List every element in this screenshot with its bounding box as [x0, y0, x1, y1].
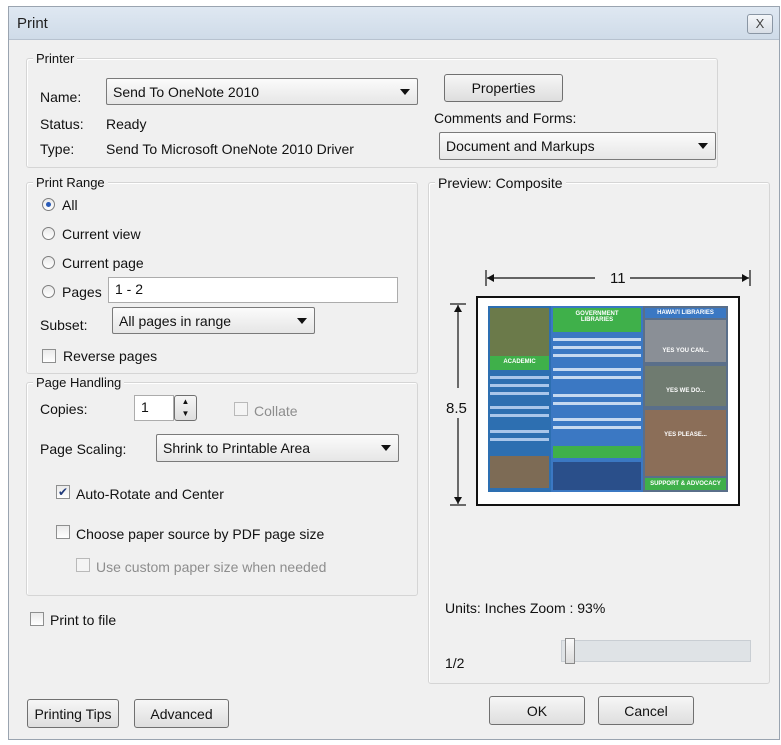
brochure-yes-you-can: YES YOU CAN... — [662, 348, 709, 354]
chevron-down-icon — [698, 143, 708, 149]
checkmark-icon: ✔ — [57, 485, 69, 499]
width-label: 11 — [610, 270, 626, 287]
comments-forms-label: Comments and Forms: — [434, 110, 577, 126]
ok-button[interactable]: OK — [489, 696, 585, 725]
brochure-government-title: GOVERNMENT LIBRARIES — [575, 311, 619, 323]
page-scaling-label: Page Scaling: — [40, 441, 127, 457]
radio-current-view-label: Current view — [62, 226, 141, 242]
page-slider-track[interactable] — [561, 640, 751, 662]
preview-title: Preview: Composite — [435, 175, 566, 191]
advanced-button[interactable]: Advanced — [134, 699, 229, 728]
auto-rotate-checkbox[interactable]: ✔ — [56, 485, 70, 499]
photo-block — [490, 308, 549, 356]
chevron-up-icon[interactable]: ▲ — [175, 396, 196, 408]
photo-block — [490, 456, 549, 488]
reverse-pages-label: Reverse pages — [63, 348, 158, 364]
brochure-yes-please: YES PLEASE... — [664, 432, 707, 438]
type-value: Send To Microsoft OneNote 2010 Driver — [106, 141, 354, 157]
green-band — [553, 446, 641, 458]
green-header: GOVERNMENT LIBRARIES — [553, 308, 641, 332]
brochure-yes-we-do: YES WE DO... — [665, 388, 705, 394]
copies-stepper[interactable]: ▲ ▼ — [174, 395, 197, 421]
name-label: Name: — [40, 89, 82, 105]
brochure-academic-label: ACADEMIC — [503, 359, 536, 365]
close-icon: X — [755, 16, 765, 31]
brochure-column-1: ACADEMIC — [488, 306, 551, 492]
subset-value: All pages in range — [119, 312, 232, 329]
auto-rotate-label: Auto-Rotate and Center — [76, 486, 224, 502]
custom-paper-label: Use custom paper size when needed — [96, 559, 327, 575]
paper-source-label: Choose paper source by PDF page size — [76, 526, 325, 542]
preview-page: ACADEMIC GOVERNMENT LIBRARIES HAWAI'I LI… — [476, 296, 740, 506]
subset-select[interactable]: All pages in range — [112, 307, 315, 334]
brochure-column-2: GOVERNMENT LIBRARIES — [551, 306, 643, 492]
copies-label: Copies: — [40, 401, 88, 417]
copies-input[interactable]: 1 — [134, 395, 174, 421]
green-band: ACADEMIC — [490, 356, 549, 370]
printer-name-value: Send To OneNote 2010 — [113, 83, 260, 100]
print-range-legend: Print Range — [33, 175, 108, 190]
radio-current-view[interactable] — [42, 227, 55, 240]
print-to-file-checkbox[interactable] — [30, 612, 44, 626]
reverse-pages-checkbox[interactable] — [42, 349, 56, 363]
subset-label: Subset: — [40, 317, 88, 333]
page-handling-legend: Page Handling — [33, 375, 125, 390]
custom-paper-checkbox[interactable] — [76, 558, 90, 572]
type-label: Type: — [40, 141, 75, 157]
radio-current-page[interactable] — [42, 256, 55, 269]
window-title: Print — [17, 15, 48, 32]
chevron-down-icon[interactable]: ▼ — [175, 408, 196, 420]
comments-forms-value: Document and Markups — [446, 138, 595, 154]
radio-current-page-label: Current page — [62, 255, 144, 271]
title-bar: Print X — [9, 7, 779, 40]
height-label: 8.5 — [446, 400, 467, 417]
status-value: Ready — [106, 116, 147, 132]
brochure-support-label: SUPPORT & ADVOCACY — [650, 481, 721, 487]
page-indicator: 1/2 — [445, 655, 465, 671]
printer-name-select[interactable]: Send To OneNote 2010 — [106, 78, 418, 105]
printer-legend: Printer — [33, 51, 78, 66]
radio-pages-label: Pages — [62, 284, 102, 300]
pages-input[interactable]: 1 - 2 — [108, 277, 398, 303]
page-slider-thumb[interactable] — [565, 638, 575, 664]
units-zoom-readout: Units: Inches Zoom : 93% — [445, 600, 606, 616]
page-scaling-value: Shrink to Printable Area — [163, 440, 311, 456]
brochure-hawaii-title: HAWAI'I LIBRARIES — [657, 310, 714, 316]
paper-source-checkbox[interactable] — [56, 525, 70, 539]
cancel-button[interactable]: Cancel — [598, 696, 694, 725]
print-to-file-label: Print to file — [50, 612, 117, 628]
comments-forms-select[interactable]: Document and Markups — [439, 132, 716, 160]
brochure-thumbnail: ACADEMIC GOVERNMENT LIBRARIES HAWAI'I LI… — [488, 306, 728, 492]
chevron-down-icon — [297, 317, 307, 324]
page-scaling-select[interactable]: Shrink to Printable Area — [156, 434, 399, 462]
status-label: Status: — [40, 116, 84, 132]
chevron-down-icon — [381, 445, 391, 451]
printing-tips-button[interactable]: Printing Tips — [27, 699, 119, 728]
properties-button[interactable]: Properties — [444, 74, 563, 102]
radio-all[interactable] — [42, 198, 55, 211]
collate-checkbox[interactable] — [234, 402, 248, 416]
brochure-column-3: HAWAI'I LIBRARIES YES YOU CAN... YES WE … — [643, 306, 728, 492]
collate-label: Collate — [254, 403, 298, 419]
radio-all-label: All — [62, 197, 78, 213]
info-block — [553, 462, 641, 490]
chevron-down-icon — [400, 88, 410, 95]
close-button[interactable]: X — [747, 14, 773, 34]
radio-pages[interactable] — [42, 285, 55, 298]
